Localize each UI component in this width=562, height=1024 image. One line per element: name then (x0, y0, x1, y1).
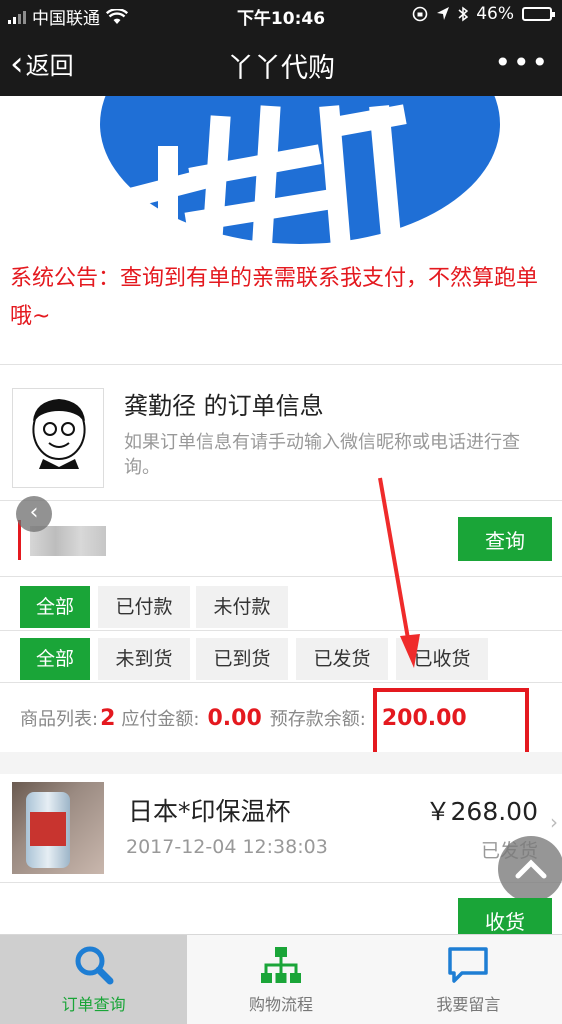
avatar-illustration (32, 399, 86, 469)
filter-pay-all[interactable]: 全部 (20, 586, 90, 628)
avatar (12, 388, 104, 488)
tab-bar: 订单查询 购物流程 我要留言 (0, 934, 562, 1024)
battery-percent: 46% (476, 4, 514, 24)
filter-received[interactable]: 已收货 (396, 638, 488, 680)
nav-bar: ‹ 返回 丫丫代购 ••• (0, 30, 562, 96)
order-hint: 如果订单信息有请手动输入微信昵称或电话进行查询。 (124, 432, 520, 478)
banner-image (0, 96, 562, 246)
tab-shopping-flow[interactable]: 购物流程 (187, 935, 374, 1024)
status-bar: 中国联通 下午10:46 46% (0, 0, 562, 30)
section-gap (0, 752, 562, 774)
banner-graphic (100, 96, 500, 246)
bluetooth-icon (458, 6, 469, 22)
items-count: 2 (100, 706, 116, 731)
deposit-label: 预存款余额: (269, 709, 366, 730)
filter-paid[interactable]: 已付款 (98, 586, 190, 628)
divider (0, 364, 562, 365)
status-right: 46% (412, 4, 555, 24)
product-image[interactable] (12, 782, 104, 874)
page-title: 丫丫代购 (227, 53, 335, 84)
tab-label: 订单查询 (61, 995, 126, 1014)
tab-order-query[interactable]: 订单查询 (0, 935, 188, 1024)
product-tag (30, 812, 66, 846)
filter-unpaid[interactable]: 未付款 (196, 586, 288, 628)
search-icon (75, 946, 114, 985)
tab-label: 购物流程 (248, 995, 313, 1014)
tab-label: 我要留言 (436, 995, 501, 1014)
order-title: 龚勤径 的订单信息 (124, 392, 324, 420)
filter-not-arrived[interactable]: 未到货 (98, 638, 190, 680)
divider (0, 576, 562, 577)
product-name[interactable]: 日本*印保温杯 (128, 792, 291, 828)
location-icon (437, 7, 450, 20)
filter-shipped[interactable]: 已发货 (296, 638, 388, 680)
more-options-icon[interactable]: ••• (494, 46, 550, 79)
tab-leave-message[interactable]: 我要留言 (375, 935, 562, 1024)
due-amount: 0.00 (207, 706, 262, 731)
sitemap-icon (260, 947, 301, 983)
chevron-up-icon (515, 859, 547, 879)
product-price: ￥268.00 (425, 797, 538, 826)
divider (0, 630, 562, 631)
highlight-box (373, 688, 529, 756)
blurred-input-value (30, 526, 106, 556)
filter-arrived[interactable]: 已到货 (196, 638, 288, 680)
divider (0, 882, 562, 883)
divider (0, 500, 562, 501)
scroll-top-button[interactable] (498, 836, 562, 902)
filter-status-all[interactable]: 全部 (20, 638, 90, 680)
system-notice: 系统公告：查询到有单的亲需联系我支付，不然算跑单哦~ (10, 266, 539, 329)
query-button[interactable]: 查询 (458, 517, 552, 561)
product-time: 2017-12-04 12:38:03 (126, 836, 328, 858)
chevron-left-circle-icon[interactable]: ‹ (16, 496, 52, 532)
chevron-right-icon[interactable]: › (550, 810, 558, 834)
due-label: 应付金额: (121, 709, 200, 730)
orientation-lock-icon (412, 6, 428, 22)
chat-icon (448, 947, 489, 983)
items-label: 商品列表: (20, 709, 99, 730)
battery-icon (522, 7, 555, 21)
divider (0, 682, 562, 683)
